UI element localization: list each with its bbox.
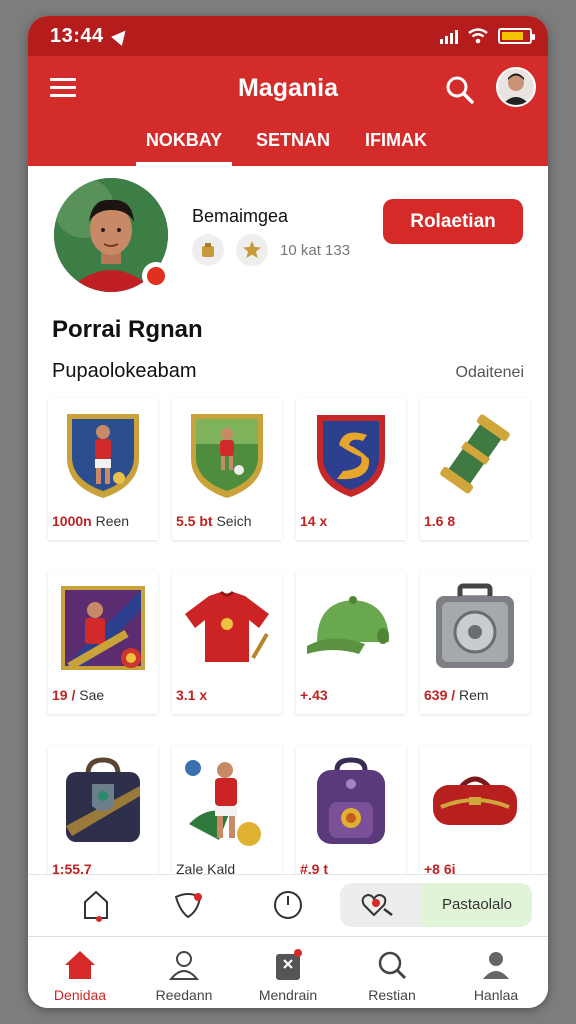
heart-search-icon: [360, 891, 396, 924]
item-card[interactable]: 14 x: [296, 398, 406, 540]
duffel-bag-icon: [425, 752, 525, 852]
signal-icon: [440, 28, 458, 44]
player-figure-icon: [177, 752, 277, 852]
item-price: 5.5 bt Seich: [176, 513, 252, 529]
jersey-icon: [177, 578, 277, 678]
wifi-icon: [468, 28, 488, 44]
item-card[interactable]: Zale Kald: [172, 746, 282, 888]
tab-ifimak[interactable]: IFIMAK: [356, 124, 436, 166]
search-icon[interactable]: [444, 74, 476, 106]
nav-label: Denidaa: [53, 987, 107, 1003]
nav-item-search[interactable]: Restian: [340, 937, 444, 1008]
nav-label: Reedann: [155, 987, 213, 1003]
see-all-link[interactable]: Odaitenei: [428, 364, 525, 382]
status-time: 13:44: [50, 24, 104, 47]
item-price: 639 / Rem: [424, 687, 489, 703]
safe-box-icon: [425, 578, 525, 678]
app-header: Magania NOKBAY SETNAN IFIMAK: [28, 56, 548, 166]
status-bar: 13:44: [28, 16, 548, 56]
item-price: +.43: [300, 687, 328, 703]
chat-icon[interactable]: [168, 885, 208, 925]
bag-icon: [53, 752, 153, 852]
section-title: Porrai Rgnan: [52, 316, 203, 343]
item-price: 19 / Sae: [52, 687, 105, 703]
home-icon: [62, 947, 98, 983]
pages-icon: [270, 947, 306, 983]
tab-bar: NOKBAY SETNAN IFIMAK: [28, 124, 548, 166]
nav-label: Mendrain: [258, 987, 318, 1003]
profile-icon: [166, 947, 202, 983]
search-icon: [374, 947, 410, 983]
trophy-scroll-icon: [425, 404, 525, 504]
nav-item-pages[interactable]: Mendrain: [236, 937, 340, 1008]
backpack-icon: [301, 752, 401, 852]
item-card[interactable]: 19 / Sae: [48, 572, 158, 714]
player-badge-icon: [53, 404, 153, 504]
cap-icon: [301, 578, 401, 678]
primary-action-button[interactable]: Rolaetian: [383, 199, 523, 244]
item-card[interactable]: 1.6 8: [420, 398, 530, 540]
item-card[interactable]: +.43: [296, 572, 406, 714]
item-price: 14 x: [300, 513, 328, 529]
nav-label: Restian: [368, 987, 416, 1003]
location-icon: [110, 26, 131, 46]
item-card[interactable]: 3.1 x: [172, 572, 282, 714]
action-row: Pastaolalo: [28, 874, 548, 936]
nav-item-user[interactable]: Hanlaa: [444, 937, 548, 1008]
profile-stats: 10 kat 133: [280, 242, 351, 259]
nav-label: Hanlaa: [473, 987, 519, 1003]
item-price: 3.1 x: [176, 687, 208, 703]
tab-label: SETNAN: [255, 130, 330, 150]
avatar[interactable]: [496, 67, 536, 107]
item-card[interactable]: 5.5 bt Seich: [172, 398, 282, 540]
user-icon: [478, 947, 514, 983]
star-icon: [236, 234, 268, 266]
tab-label: IFIMAK: [365, 130, 427, 150]
home-outline-icon[interactable]: [76, 885, 116, 925]
tab-nokbay[interactable]: NOKBAY: [136, 124, 232, 166]
clock-icon[interactable]: [268, 885, 308, 925]
segment-control[interactable]: Pastaolalo: [340, 883, 532, 927]
item-card[interactable]: 1000n Reen: [48, 398, 158, 540]
item-card[interactable]: 639 / Rem: [420, 572, 530, 714]
shield-icon: [301, 404, 401, 504]
segment-label[interactable]: Pastaolalo: [422, 883, 532, 927]
battery-icon: [498, 28, 535, 44]
crest-badge-icon: [177, 404, 277, 504]
coin-bag-icon: [192, 234, 224, 266]
nav-item-profile[interactable]: Reedann: [132, 937, 236, 1008]
item-card[interactable]: 1:55.7: [48, 746, 158, 888]
tab-setnan[interactable]: SETNAN: [250, 124, 336, 166]
phone-screen: 13:44 Magania NOKBAY SETNAN IFIMAK Bemai…: [28, 16, 548, 1008]
item-card[interactable]: #.9 t: [296, 746, 406, 888]
item-price: 1000n Reen: [52, 513, 130, 529]
status-badge: [142, 262, 170, 290]
tab-label: NOKBAY: [145, 130, 223, 150]
player-card-icon: [53, 578, 153, 678]
section-subtitle: Pupaolokeabam: [52, 360, 197, 382]
nav-item-home[interactable]: Denidaa: [28, 937, 132, 1008]
bottom-nav: Denidaa Reedann Mendrain Restian Hanlaa: [28, 936, 548, 1008]
item-card[interactable]: +8 6i: [420, 746, 530, 888]
profile-name: Bemaimgea: [192, 206, 289, 226]
item-price: 1.6 8: [424, 513, 456, 529]
tab-active-indicator: [136, 162, 232, 166]
